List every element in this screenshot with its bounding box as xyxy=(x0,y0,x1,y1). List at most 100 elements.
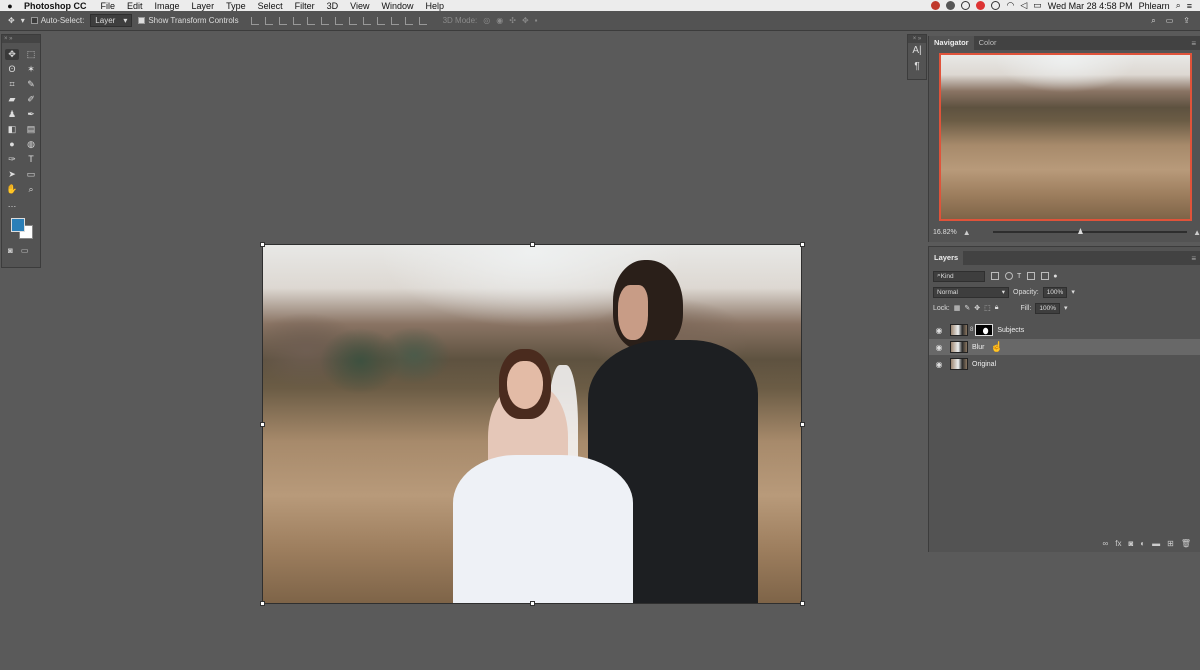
adjustment-layer-icon[interactable]: ◐ xyxy=(1140,539,1145,548)
eraser-tool-icon[interactable]: ◧ xyxy=(5,124,19,135)
volume-icon[interactable]: ◁ xyxy=(1020,0,1027,11)
new-layer-icon[interactable]: ⊞ xyxy=(1167,539,1174,548)
user-name[interactable]: Phlearn xyxy=(1139,1,1170,11)
distribute-bottom-icon[interactable] xyxy=(362,16,371,25)
menu-file[interactable]: File xyxy=(95,1,122,11)
align-top-icon[interactable] xyxy=(250,16,259,25)
smart-object-filter-icon[interactable] xyxy=(1041,272,1050,280)
chevron-down-icon[interactable]: ▾ xyxy=(21,16,25,25)
zoom-value[interactable]: 16.82% xyxy=(933,229,957,236)
path-select-tool-icon[interactable]: ➤ xyxy=(5,169,19,180)
menu-select[interactable]: Select xyxy=(252,1,289,11)
search-icon[interactable]: ⌕ xyxy=(1151,16,1155,26)
battery-icon[interactable]: ▭ xyxy=(1033,0,1042,11)
trash-icon[interactable]: 🗑︎ xyxy=(1181,539,1191,548)
menu-filter[interactable]: Filter xyxy=(289,1,321,11)
magic-wand-tool-icon[interactable]: ✶ xyxy=(24,64,38,75)
marquee-tool-icon[interactable]: ⬚ xyxy=(24,49,38,60)
link-layers-icon[interactable]: ∞ xyxy=(1103,539,1109,548)
layer-name[interactable]: Original xyxy=(972,361,996,368)
move-tool-icon[interactable]: ✥ xyxy=(8,16,15,25)
chevron-down-icon[interactable]: ▾ xyxy=(1064,304,1068,312)
visibility-eye-icon[interactable]: ◉ xyxy=(932,326,946,335)
lock-transparent-icon[interactable]: ▦ xyxy=(954,304,961,312)
transform-handle-l[interactable] xyxy=(260,422,265,427)
distribute-vcenter-icon[interactable] xyxy=(348,16,357,25)
adjustment-filter-icon[interactable] xyxy=(1005,272,1013,280)
quick-mask-icon[interactable]: ◙ xyxy=(8,246,13,255)
3d-scale-icon[interactable]: ▪ xyxy=(535,16,538,25)
transform-handle-r[interactable] xyxy=(800,422,805,427)
panel-menu-icon[interactable]: ≡ xyxy=(1191,254,1200,263)
character-panel-icon[interactable]: A| xyxy=(908,43,926,59)
notification-center-icon[interactable]: ≡ xyxy=(1187,1,1192,11)
lock-image-icon[interactable]: ✎ xyxy=(964,304,970,312)
menu-image[interactable]: Image xyxy=(149,1,186,11)
shape-filter-icon[interactable] xyxy=(1027,272,1036,280)
zoom-tool-icon[interactable]: ⌕ xyxy=(24,184,38,195)
transform-handle-bl[interactable] xyxy=(260,601,265,606)
fill-field[interactable]: 100% xyxy=(1035,302,1060,314)
record-icon[interactable] xyxy=(931,1,941,10)
sync-icon[interactable] xyxy=(946,1,956,10)
layer-row-subjects[interactable]: ◉ 8 Subjects xyxy=(929,322,1200,338)
visibility-eye-icon[interactable]: ◉ xyxy=(932,360,946,369)
zoom-in-icon[interactable]: ▲ xyxy=(1193,228,1200,237)
menu-type[interactable]: Type xyxy=(220,1,252,11)
lock-position-icon[interactable]: ✥ xyxy=(974,304,980,312)
new-group-icon[interactable]: ▬ xyxy=(1152,539,1160,548)
panel-menu-icon[interactable]: ≡ xyxy=(1191,39,1200,48)
screen-mode-icon[interactable]: ▭ xyxy=(21,246,29,255)
menu-help[interactable]: Help xyxy=(419,1,450,11)
fx-icon[interactable]: fx xyxy=(1115,539,1121,548)
opacity-field[interactable]: 100% xyxy=(1042,286,1068,298)
dock-header[interactable]: × » xyxy=(908,35,926,43)
document-canvas[interactable] xyxy=(262,244,802,604)
workspace-icon[interactable]: ▭ xyxy=(1166,16,1174,26)
3d-roll-icon[interactable]: ◉ xyxy=(496,16,503,25)
zoom-slider[interactable] xyxy=(992,228,1188,234)
history-brush-tool-icon[interactable]: ✒ xyxy=(24,109,38,120)
more-tools-icon[interactable]: … xyxy=(5,199,19,210)
transform-handle-b[interactable] xyxy=(530,601,535,606)
brush-tool-icon[interactable]: ✐ xyxy=(24,94,38,105)
menu-app-name[interactable]: Photoshop CC xyxy=(20,1,95,11)
notification-icon[interactable] xyxy=(976,1,986,10)
align-right-icon[interactable] xyxy=(320,16,329,25)
layer-mask-thumbnail[interactable] xyxy=(975,324,994,336)
zoom-slider-knob[interactable] xyxy=(1077,228,1083,234)
transform-handle-tr[interactable] xyxy=(800,242,805,247)
wifi-icon[interactable]: ◠ xyxy=(1006,0,1014,11)
clock-icon[interactable] xyxy=(961,1,971,10)
layer-name[interactable]: Blur xyxy=(972,344,984,351)
layer-row-original[interactable]: ◉ Original xyxy=(929,356,1200,372)
blend-mode-dropdown[interactable]: Normal ▾ xyxy=(933,286,1009,298)
align-vcenter-icon[interactable] xyxy=(264,16,273,25)
distribute-left-icon[interactable] xyxy=(376,16,385,25)
tab-navigator[interactable]: Navigator xyxy=(929,36,974,50)
3d-pan-icon[interactable]: ✣ xyxy=(509,16,516,25)
crop-tool-icon[interactable]: ⌗ xyxy=(5,79,19,90)
paragraph-panel-icon[interactable]: ¶ xyxy=(908,59,926,75)
apple-icon[interactable]: ● xyxy=(0,1,20,11)
gradient-tool-icon[interactable]: ▤ xyxy=(24,124,38,135)
lock-artboard-icon[interactable]: ⬚ xyxy=(984,304,991,312)
menu-edit[interactable]: Edit xyxy=(121,1,149,11)
lock-all-icon[interactable]: 🔒︎ xyxy=(995,304,999,312)
zoom-out-icon[interactable]: ▲ xyxy=(963,228,971,237)
eyedropper-tool-icon[interactable]: ✎ xyxy=(24,79,38,90)
transform-handle-t[interactable] xyxy=(530,242,535,247)
move-tool-icon[interactable]: ✥ xyxy=(5,49,19,60)
menu-window[interactable]: Window xyxy=(375,1,419,11)
link-icon[interactable]: 8 xyxy=(970,327,973,333)
stamp-tool-icon[interactable]: ♟ xyxy=(5,109,19,120)
navigator-preview[interactable] xyxy=(939,53,1192,221)
distribute-right-icon[interactable] xyxy=(404,16,413,25)
distribute-top-icon[interactable] xyxy=(334,16,343,25)
auto-align-icon[interactable] xyxy=(418,16,427,25)
foreground-color-swatch[interactable] xyxy=(11,218,25,232)
visibility-eye-icon[interactable]: ◉ xyxy=(932,343,946,352)
pixel-filter-icon[interactable] xyxy=(991,272,999,280)
align-bottom-icon[interactable] xyxy=(278,16,287,25)
kind-filter-dropdown[interactable]: ⌕ Kind xyxy=(933,270,985,282)
